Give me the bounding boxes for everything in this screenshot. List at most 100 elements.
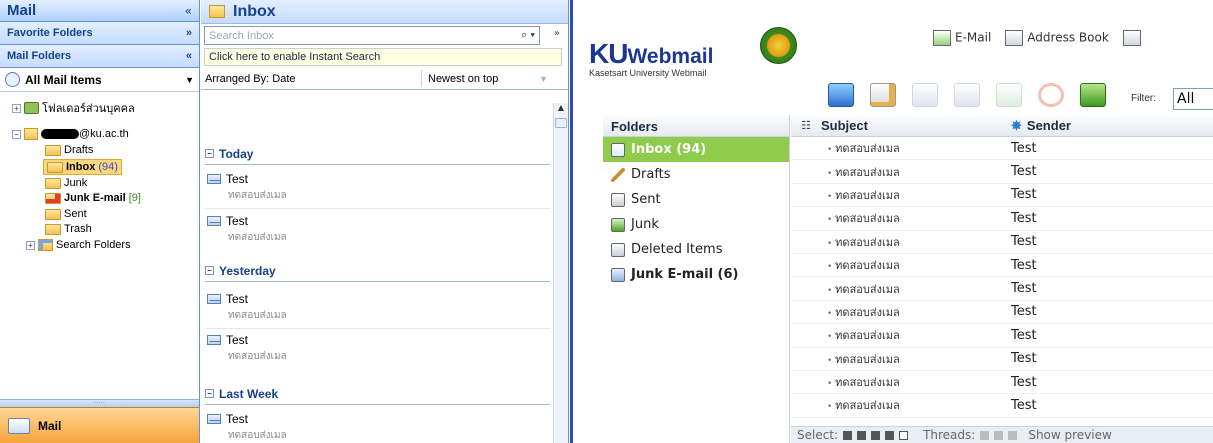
folder-junk-email[interactable]: Junk E-mail [9] xyxy=(45,191,141,205)
collapse-group-icon[interactable]: − xyxy=(205,389,214,398)
webmail-folder-junk-email[interactable]: Junk E-mail (6) xyxy=(603,262,789,287)
expand-query-icon[interactable]: » xyxy=(554,28,560,39)
folder-trash[interactable]: Trash xyxy=(45,222,92,236)
group-last-week[interactable]: − Last Week xyxy=(205,383,550,405)
group-today[interactable]: − Today xyxy=(205,143,550,165)
select-all-icon[interactable] xyxy=(843,430,853,440)
webmail-folder-drafts[interactable]: Drafts xyxy=(603,162,789,187)
collapse-group-icon[interactable]: − xyxy=(205,266,214,275)
mail-folders-section[interactable]: Mail Folders « xyxy=(0,45,199,68)
folder-junk[interactable]: Junk xyxy=(45,176,87,190)
group-yesterday[interactable]: − Yesterday xyxy=(205,260,550,282)
delete-icon[interactable] xyxy=(1038,83,1064,107)
show-preview-link[interactable]: Show preview xyxy=(1028,428,1112,442)
message-item[interactable]: Test ทดสอบส่งเมล xyxy=(207,172,547,203)
forward-icon[interactable] xyxy=(996,83,1022,107)
folder-label: Deleted Items xyxy=(631,242,723,257)
chevron-down-icon[interactable]: » xyxy=(186,27,192,39)
dropdown-arrow-icon[interactable]: ▼ xyxy=(185,75,194,85)
scroll-thumb[interactable] xyxy=(555,118,567,128)
webmail-message-row[interactable]: ทดสอบส่งเมลTest xyxy=(791,184,1213,208)
collapse-icon[interactable]: − xyxy=(12,129,21,139)
arranged-by-label[interactable]: Arranged By: Date xyxy=(205,73,296,85)
account-node[interactable]: − @ku.ac.th xyxy=(12,127,129,141)
thread-toggle-icon[interactable] xyxy=(1008,430,1018,440)
webmail-folder-inbox[interactable]: Inbox (94) xyxy=(603,137,789,162)
arrange-by-header[interactable]: Arranged By: Date Newest on top ▼ xyxy=(201,68,568,90)
reply-icon[interactable] xyxy=(912,83,938,107)
message-item[interactable]: Test ทดสอบส่งเมล xyxy=(207,292,547,323)
select-none-icon[interactable] xyxy=(899,430,909,440)
search-folders-node[interactable]: + Search Folders xyxy=(26,238,131,252)
sort-order-label[interactable]: Newest on top xyxy=(428,73,498,85)
expand-threads-icon[interactable] xyxy=(980,430,990,440)
filter-select[interactable]: All xyxy=(1173,88,1213,110)
email-link[interactable]: E-Mail xyxy=(933,30,991,46)
webmail-message-row[interactable]: ทดสอบส่งเมลTest xyxy=(791,277,1213,301)
unread-count: (94) xyxy=(98,161,118,173)
mailbox-icon xyxy=(24,128,38,140)
search-inbox-input[interactable]: Search Inbox ⌕ ▾ xyxy=(204,26,540,45)
folder-drafts[interactable]: Drafts xyxy=(45,143,93,157)
collapse-group-icon[interactable]: − xyxy=(205,149,214,158)
sort-arrow-icon[interactable]: ▼ xyxy=(539,74,548,84)
message-item[interactable]: Test ทดสอบส่งเมล xyxy=(207,214,547,245)
message-item[interactable]: Test ทดสอบส่งเมล xyxy=(207,412,547,443)
webmail-folder-sent[interactable]: Sent xyxy=(603,187,789,212)
chevron-up-icon[interactable]: « xyxy=(186,50,192,62)
personal-folders-icon xyxy=(24,102,39,114)
message-divider xyxy=(205,208,550,209)
thread-icon[interactable]: ☷ xyxy=(791,119,821,132)
expand-icon[interactable]: + xyxy=(26,240,35,250)
webmail-folder-deleted[interactable]: Deleted Items xyxy=(603,237,789,262)
compose-icon[interactable] xyxy=(870,83,896,107)
navigation-pane: Mail « Favorite Folders » Mail Folders «… xyxy=(0,0,200,443)
reply-all-icon[interactable] xyxy=(954,83,980,107)
personal-folders-node[interactable]: + โฟลเดอร์ส่วนบุคคล xyxy=(12,101,135,115)
unread-count: [9] xyxy=(128,192,141,204)
webmail-message-row[interactable]: ทดสอบส่งเมลTest xyxy=(791,371,1213,395)
pane-resize-grip[interactable]: ····· xyxy=(0,399,199,407)
message-list-scrollbar[interactable]: ▲ xyxy=(553,103,568,443)
webmail-message-row[interactable]: ทดสอบส่งเมลTest xyxy=(791,301,1213,325)
scroll-up-icon[interactable]: ▲ xyxy=(554,103,568,117)
group-label: Last Week xyxy=(219,386,279,401)
webmail-message-row[interactable]: ทดสอบส่งเมลTest xyxy=(791,324,1213,348)
ku-webmail-logo: KUWebmail Kasetsart University Webmail xyxy=(589,38,713,78)
sender-column-header[interactable]: ✸ Sender xyxy=(1011,118,1071,134)
address-book-link[interactable]: Address Book xyxy=(1005,30,1109,46)
search-folders-label: Search Folders xyxy=(56,239,131,251)
webmail-message-row[interactable]: ทดสอบส่งเมลTest xyxy=(791,231,1213,254)
folder-inbox[interactable]: Inbox (94) xyxy=(43,159,122,175)
webmail-message-row[interactable]: ทดสอบส่งเมลTest xyxy=(791,160,1213,184)
nav-header: Mail « xyxy=(0,0,199,22)
enable-instant-search-bar[interactable]: Click here to enable Instant Search xyxy=(204,48,562,66)
subject-column-header[interactable]: Subject xyxy=(821,118,1011,133)
select-invert-icon[interactable] xyxy=(885,430,895,440)
sent-icon xyxy=(611,192,625,207)
folder-sent[interactable]: Sent xyxy=(45,207,87,221)
webmail-folder-junk[interactable]: Junk xyxy=(603,212,789,237)
collapse-nav-button[interactable]: « xyxy=(185,4,192,18)
message-item[interactable]: Test ทดสอบส่งเมล xyxy=(207,333,547,364)
get-mail-icon[interactable] xyxy=(828,83,854,107)
envelope-icon xyxy=(207,174,221,184)
mark-icon[interactable] xyxy=(1080,83,1106,107)
mail-nav-button[interactable]: Mail xyxy=(0,407,199,443)
select-flagged-icon[interactable] xyxy=(871,430,881,440)
select-read-icon[interactable] xyxy=(857,430,867,440)
webmail-message-row[interactable]: ทดสอบส่งเมลTest xyxy=(791,137,1213,161)
webmail-message-row[interactable]: ทดสอบส่งเมลTest xyxy=(791,254,1213,278)
all-mail-items-dropdown[interactable]: All Mail Items ▼ xyxy=(0,68,199,92)
webmail-folder-list: Folders Inbox (94) Drafts Sent Junk Dele… xyxy=(603,115,790,443)
expand-icon[interactable]: + xyxy=(12,103,21,113)
favorite-folders-section[interactable]: Favorite Folders » xyxy=(0,22,199,45)
select-label: Select: xyxy=(797,428,839,442)
calendar-icon[interactable] xyxy=(1122,30,1141,46)
search-icon[interactable]: ⌕ ▾ xyxy=(521,29,535,42)
webmail-message-row[interactable]: ทดสอบส่งเมลTest xyxy=(791,207,1213,231)
pencil-icon xyxy=(611,167,625,182)
webmail-message-row[interactable]: ทดสอบส่งเมลTest xyxy=(791,394,1213,418)
collapse-threads-icon[interactable] xyxy=(994,430,1004,440)
webmail-message-row[interactable]: ทดสอบส่งเมลTest xyxy=(791,348,1213,371)
